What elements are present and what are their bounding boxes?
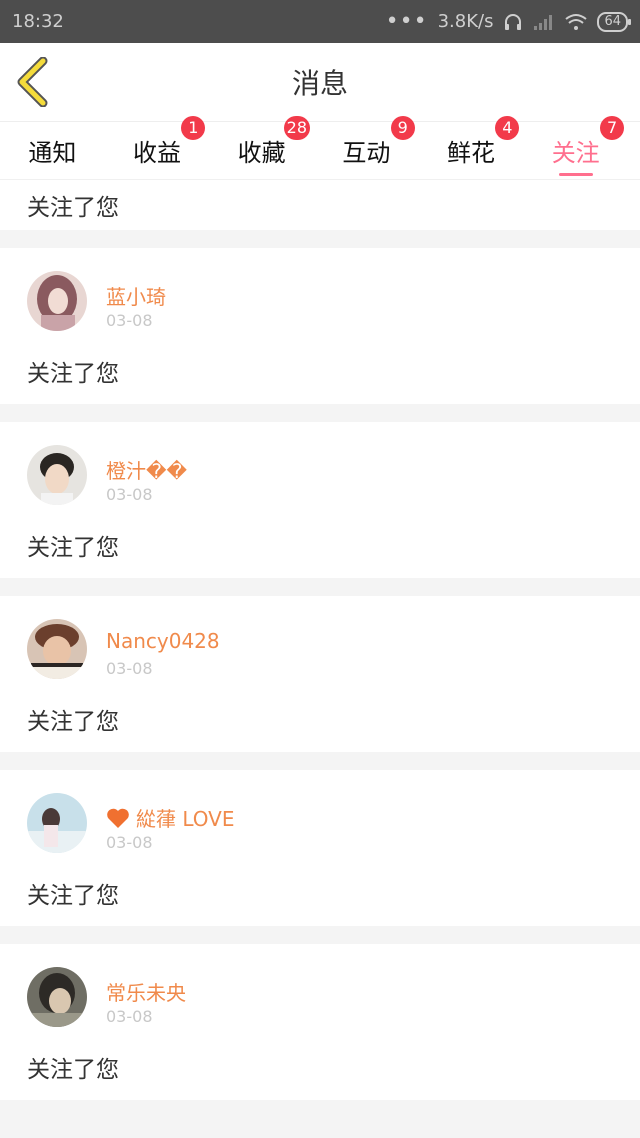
- user-name[interactable]: 橙汁��: [106, 455, 187, 484]
- headset-icon: [505, 13, 522, 30]
- count-badge: 1: [181, 116, 206, 140]
- timestamp: 03-08: [106, 1007, 153, 1026]
- message-text: 关注了您: [27, 709, 119, 735]
- tab-label: 关注: [551, 139, 600, 167]
- tab-earnings[interactable]: 收益 1: [105, 116, 210, 179]
- avatar[interactable]: [27, 793, 87, 853]
- battery-icon: 64: [597, 11, 631, 32]
- divider: [0, 578, 640, 596]
- avatar-image: [27, 271, 87, 331]
- tab-label: 收藏: [237, 139, 286, 167]
- timestamp: 03-08: [106, 833, 153, 852]
- page-title: 消息: [291, 67, 348, 100]
- message-text: 关注了您: [27, 1057, 119, 1083]
- list-item-partial[interactable]: 关注了您: [0, 180, 640, 230]
- list-item[interactable]: 緃葎 LOVE 03-08 关注了您: [0, 770, 640, 926]
- list-item[interactable]: 蓝小琦 03-08 关注了您: [0, 248, 640, 404]
- divider: [0, 230, 640, 248]
- heart-icon: [107, 808, 129, 828]
- list-item[interactable]: 橙汁�� 03-08 关注了您: [0, 422, 640, 578]
- timestamp: 03-08: [106, 659, 153, 678]
- tab-flowers[interactable]: 鲜花 4: [419, 116, 524, 179]
- avatar[interactable]: [27, 271, 87, 331]
- avatar-image: [27, 445, 87, 505]
- chevron-left-icon: [17, 56, 48, 108]
- status-indicators: ••• 3.8K/s 64: [385, 9, 631, 34]
- tab-label: 鲜花: [447, 139, 496, 167]
- tab-bar: 通知 收益 1 收藏 28 互动 9 鲜花 4 关注 7: [0, 116, 640, 180]
- tab-label: 互动: [342, 139, 391, 167]
- tab-follow[interactable]: 关注 7: [523, 116, 628, 179]
- user-name[interactable]: 緃葎 LOVE: [106, 803, 235, 832]
- user-name[interactable]: 常乐未央: [106, 977, 186, 1006]
- tab-interactions[interactable]: 互动 9: [314, 116, 419, 179]
- timestamp: 03-08: [106, 311, 153, 330]
- count-badge: 28: [283, 116, 311, 140]
- tab-favorites[interactable]: 收藏 28: [209, 116, 314, 179]
- message-text: 关注了您: [27, 361, 119, 387]
- tab-notifications[interactable]: 通知: [0, 122, 105, 179]
- count-badge: 7: [600, 116, 625, 140]
- count-badge: 9: [390, 116, 415, 140]
- list-item[interactable]: Nancy0428 03-08 关注了您: [0, 596, 640, 752]
- avatar[interactable]: [27, 967, 87, 1027]
- tab-label: 收益: [133, 139, 181, 167]
- list-item[interactable]: 常乐未央 03-08 关注了您: [0, 944, 640, 1100]
- back-button[interactable]: [14, 56, 54, 108]
- avatar[interactable]: [27, 619, 87, 679]
- avatar-image: [27, 619, 87, 679]
- divider: [0, 752, 640, 770]
- user-name[interactable]: Nancy0428: [106, 629, 220, 653]
- more-dots-icon: •••: [385, 9, 428, 34]
- timestamp: 03-08: [106, 485, 153, 504]
- message-text: 关注了您: [27, 535, 119, 561]
- avatar-image: [27, 967, 87, 1027]
- divider: [0, 1100, 640, 1118]
- divider: [0, 404, 640, 422]
- signal-icon: [534, 14, 553, 30]
- message-text: 关注了您: [27, 883, 119, 909]
- avatar[interactable]: [27, 445, 87, 505]
- count-badge: 4: [495, 116, 520, 140]
- wifi-icon: [565, 13, 588, 30]
- message-text: 关注了您: [27, 195, 119, 221]
- header: 消息: [0, 43, 640, 122]
- network-speed: 3.8K/s: [437, 11, 494, 32]
- divider: [0, 926, 640, 944]
- status-bar: 18:32 ••• 3.8K/s 64: [0, 0, 640, 43]
- avatar-image: [27, 793, 87, 853]
- tab-label: 通知: [28, 139, 77, 167]
- status-time: 18:32: [12, 11, 64, 32]
- user-name[interactable]: 蓝小琦: [106, 281, 166, 310]
